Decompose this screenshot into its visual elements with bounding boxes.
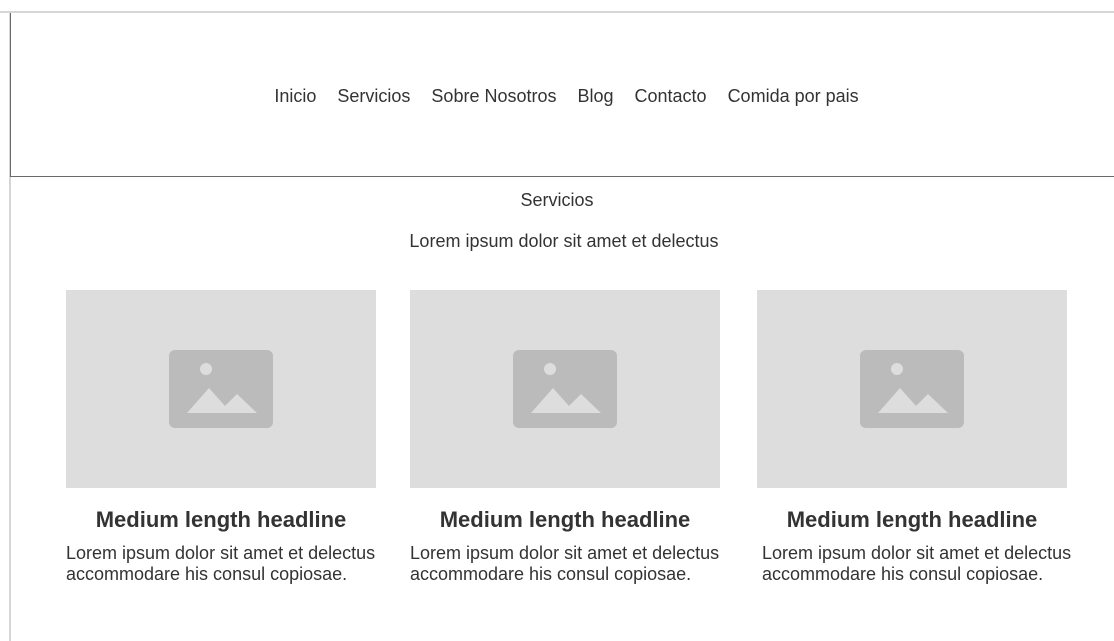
card-text: Lorem ipsum dolor sit amet et delectus a… bbox=[410, 543, 720, 584]
image-placeholder-icon bbox=[169, 350, 273, 428]
nav-item-comida-por-pais[interactable]: Comida por pais bbox=[728, 86, 859, 107]
card-headline: Medium length headline bbox=[439, 507, 691, 532]
card-text: Lorem ipsum dolor sit amet et delectus a… bbox=[762, 543, 1072, 584]
service-card: Medium length headline Lorem ipsum dolor… bbox=[66, 290, 376, 585]
page: Inicio Servicios Sobre Nosotros Blog Con… bbox=[0, 0, 1114, 641]
card-image-placeholder bbox=[410, 290, 720, 488]
nav-item-sobre-nosotros[interactable]: Sobre Nosotros bbox=[431, 86, 556, 107]
nav-item-inicio[interactable]: Inicio bbox=[274, 86, 316, 107]
site-header: Inicio Servicios Sobre Nosotros Blog Con… bbox=[10, 13, 1114, 177]
service-card: Medium length headline Lorem ipsum dolor… bbox=[410, 290, 720, 585]
card-headline: Medium length headline bbox=[95, 507, 347, 532]
image-placeholder-icon bbox=[860, 350, 964, 428]
card-headline: Medium length headline bbox=[786, 507, 1038, 532]
nav-item-contacto[interactable]: Contacto bbox=[635, 86, 707, 107]
nav-item-servicios[interactable]: Servicios bbox=[337, 86, 410, 107]
card-text: Lorem ipsum dolor sit amet et delectus a… bbox=[66, 543, 376, 584]
section-title: Servicios bbox=[520, 190, 594, 210]
main-nav: Inicio Servicios Sobre Nosotros Blog Con… bbox=[11, 86, 1114, 107]
section-subtitle: Lorem ipsum dolor sit amet et delectus bbox=[409, 231, 719, 251]
card-image-placeholder bbox=[757, 290, 1067, 488]
image-placeholder-icon bbox=[513, 350, 617, 428]
service-card: Medium length headline Lorem ipsum dolor… bbox=[757, 290, 1071, 585]
nav-item-blog[interactable]: Blog bbox=[577, 86, 613, 107]
card-image-placeholder bbox=[66, 290, 376, 488]
